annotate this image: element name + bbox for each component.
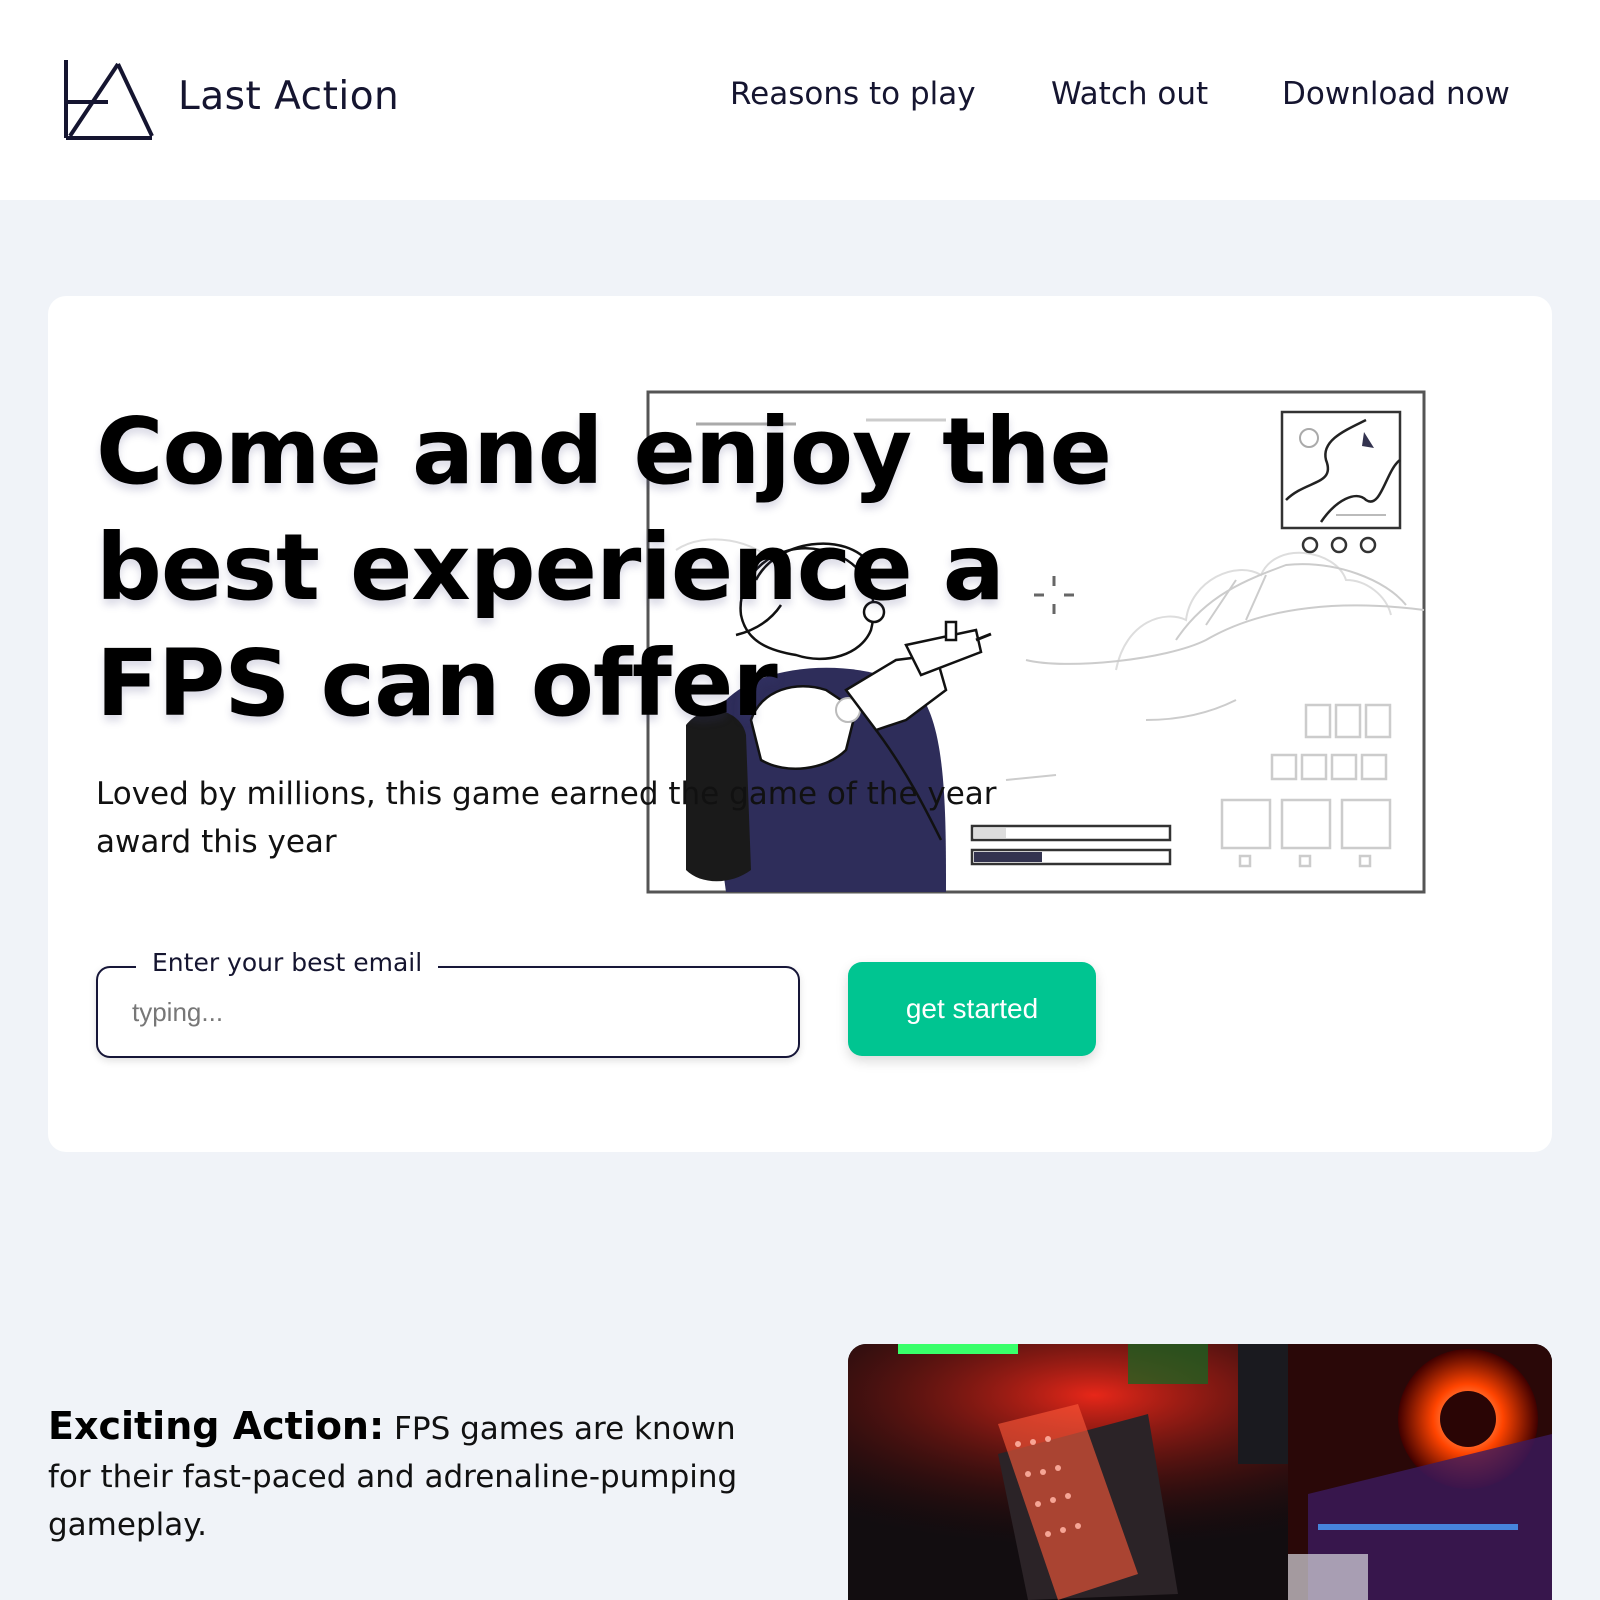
nav-download-now[interactable]: Download now (1282, 76, 1510, 112)
nav-watch-out[interactable]: Watch out (1051, 76, 1208, 112)
gaming-pc-photo (848, 1344, 1552, 1600)
hero-card: Come and enjoy the best experience a FPS… (48, 296, 1552, 1152)
email-field-wrapper: Enter your best email (96, 948, 800, 1058)
brand-name[interactable]: Last Action (178, 74, 399, 119)
triangle-logo-icon[interactable] (62, 58, 156, 142)
email-field[interactable] (132, 990, 762, 1034)
feature-text: Exciting Action: FPS games are known for… (48, 1402, 748, 1549)
hero-title: Come and enjoy the best experience a FPS… (96, 398, 1112, 737)
nav-reasons-to-play[interactable]: Reasons to play (730, 76, 976, 112)
feature-heading: Exciting Action: (48, 1404, 385, 1448)
get-started-button[interactable]: get started (848, 962, 1096, 1056)
hero-subtitle: Loved by millions, this game earned the … (96, 776, 997, 860)
site-header: Last Action Reasons to play Watch out Do… (0, 0, 1600, 200)
email-field-label: Enter your best email (136, 948, 439, 977)
gaming-pc-photo-art (848, 1344, 1552, 1600)
